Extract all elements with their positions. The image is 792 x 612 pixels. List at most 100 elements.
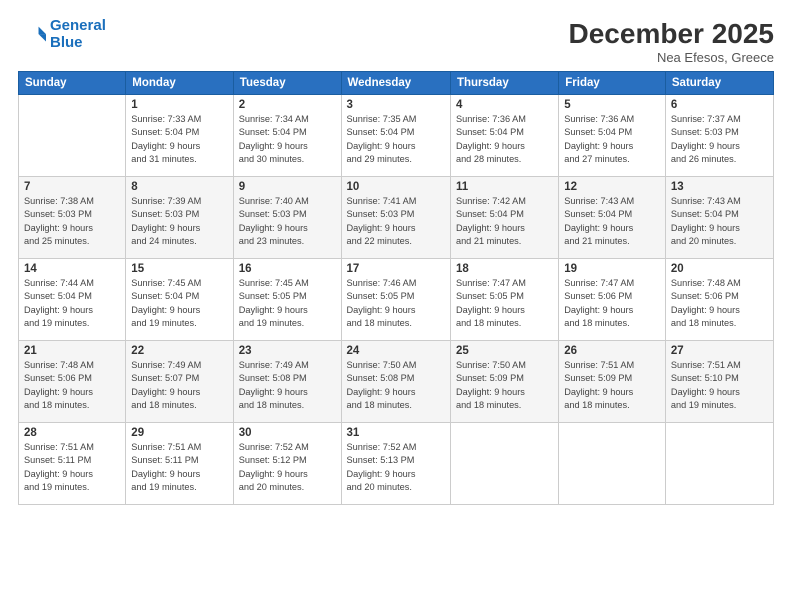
calendar-header-wednesday: Wednesday [341,72,450,95]
calendar-cell: 9Sunrise: 7:40 AM Sunset: 5:03 PM Daylig… [233,177,341,259]
calendar-cell [665,423,773,505]
title-block: December 2025 Nea Efesos, Greece [569,18,774,65]
day-info: Sunrise: 7:34 AM Sunset: 5:04 PM Dayligh… [239,113,336,166]
day-info: Sunrise: 7:35 AM Sunset: 5:04 PM Dayligh… [347,113,445,166]
day-number: 14 [24,263,120,275]
day-number: 6 [671,99,768,111]
location: Nea Efesos, Greece [569,50,774,65]
day-info: Sunrise: 7:45 AM Sunset: 5:04 PM Dayligh… [131,277,227,330]
calendar-cell: 17 Sunrise: 7:46 AM Sunset: 5:05 PM Dayli… [341,259,450,341]
calendar-week-row: 21 Sunrise: 7:48 AM Sunset: 5:06 PM Dayli… [19,341,774,423]
day-number: 1 [131,99,227,111]
calendar-header-sunday: Sunday [19,72,126,95]
calendar-header-saturday: Saturday [665,72,773,95]
calendar-cell [450,423,558,505]
day-number: 18 [456,263,553,275]
calendar-cell: 16 Sunrise: 7:45 AM Sunset: 5:05 PM Dayli… [233,259,341,341]
day-info: Sunrise: 7:47 AM Sunset: 5:06 PM Dayligh… [564,277,660,330]
calendar-week-row: 7 Sunrise: 7:38 AM Sunset: 5:03 PM Daylig… [19,177,774,259]
day-number: 21 [24,345,120,357]
calendar-cell: 6Sunrise: 7:37 AM Sunset: 5:03 PM Daylig… [665,95,773,177]
day-info: Sunrise: 7:46 AM Sunset: 5:05 PM Dayligh… [347,277,445,330]
day-info: Sunrise: 7:47 AM Sunset: 5:05 PM Dayligh… [456,277,553,330]
calendar-week-row: 1 Sunrise: 7:33 AM Sunset: 5:04 PM Daylig… [19,95,774,177]
day-number: 29 [131,427,227,439]
calendar-cell: 22 Sunrise: 7:49 AM Sunset: 5:07 PM Dayli… [126,341,233,423]
calendar-cell: 29 Sunrise: 7:51 AM Sunset: 5:11 PM Dayli… [126,423,233,505]
calendar-header-monday: Monday [126,72,233,95]
day-number: 15 [131,263,227,275]
day-info: Sunrise: 7:49 AM Sunset: 5:08 PM Dayligh… [239,359,336,412]
calendar-cell: 26 Sunrise: 7:51 AM Sunset: 5:09 PM Dayli… [559,341,666,423]
day-info: Sunrise: 7:39 AM Sunset: 5:03 PM Dayligh… [131,195,227,248]
calendar-week-row: 14 Sunrise: 7:44 AM Sunset: 5:04 PM Dayli… [19,259,774,341]
calendar-week-row: 28 Sunrise: 7:51 AM Sunset: 5:11 PM Dayli… [19,423,774,505]
day-number: 23 [239,345,336,357]
day-info: Sunrise: 7:45 AM Sunset: 5:05 PM Dayligh… [239,277,336,330]
day-number: 4 [456,99,553,111]
calendar-cell: 12 Sunrise: 7:43 AM Sunset: 5:04 PM Dayli… [559,177,666,259]
calendar-header-friday: Friday [559,72,666,95]
day-info: Sunrise: 7:36 AM Sunset: 5:04 PM Dayligh… [456,113,553,166]
calendar-cell: 2 Sunrise: 7:34 AM Sunset: 5:04 PM Daylig… [233,95,341,177]
calendar-header-row: SundayMondayTuesdayWednesdayThursdayFrid… [19,72,774,95]
calendar-cell: 8 Sunrise: 7:39 AM Sunset: 5:03 PM Daylig… [126,177,233,259]
day-number: 26 [564,345,660,357]
day-number: 22 [131,345,227,357]
day-info: Sunrise: 7:52 AM Sunset: 5:13 PM Dayligh… [347,441,445,494]
calendar-cell [559,423,666,505]
calendar-cell: 20 Sunrise: 7:48 AM Sunset: 5:06 PM Dayli… [665,259,773,341]
day-number: 7 [24,181,120,193]
calendar-cell: 21 Sunrise: 7:48 AM Sunset: 5:06 PM Dayli… [19,341,126,423]
calendar-header-tuesday: Tuesday [233,72,341,95]
calendar-cell: 27 Sunrise: 7:51 AM Sunset: 5:10 PM Dayli… [665,341,773,423]
day-number: 31 [347,427,445,439]
day-number: 11 [456,181,553,193]
day-number: 16 [239,263,336,275]
calendar-cell: 31 Sunrise: 7:52 AM Sunset: 5:13 PM Dayli… [341,423,450,505]
calendar-cell: 3Sunrise: 7:35 AM Sunset: 5:04 PM Daylig… [341,95,450,177]
day-info: Sunrise: 7:49 AM Sunset: 5:07 PM Dayligh… [131,359,227,412]
calendar-cell: 10Sunrise: 7:41 AM Sunset: 5:03 PM Dayli… [341,177,450,259]
day-info: Sunrise: 7:42 AM Sunset: 5:04 PM Dayligh… [456,195,553,248]
day-info: Sunrise: 7:51 AM Sunset: 5:10 PM Dayligh… [671,359,768,412]
day-info: Sunrise: 7:48 AM Sunset: 5:06 PM Dayligh… [24,359,120,412]
logo-icon [18,21,46,49]
day-number: 9 [239,181,336,193]
day-number: 12 [564,181,660,193]
day-info: Sunrise: 7:51 AM Sunset: 5:09 PM Dayligh… [564,359,660,412]
day-number: 20 [671,263,768,275]
day-info: Sunrise: 7:51 AM Sunset: 5:11 PM Dayligh… [131,441,227,494]
day-info: Sunrise: 7:38 AM Sunset: 5:03 PM Dayligh… [24,195,120,248]
day-number: 24 [347,345,445,357]
day-info: Sunrise: 7:43 AM Sunset: 5:04 PM Dayligh… [564,195,660,248]
day-info: Sunrise: 7:43 AM Sunset: 5:04 PM Dayligh… [671,195,768,248]
logo-line2: Blue [50,34,83,51]
calendar-cell [19,95,126,177]
day-number: 2 [239,99,336,111]
calendar-cell: 18 Sunrise: 7:47 AM Sunset: 5:05 PM Dayli… [450,259,558,341]
day-info: Sunrise: 7:33 AM Sunset: 5:04 PM Dayligh… [131,113,227,166]
logo-text: General Blue [50,18,106,51]
calendar-cell: 5Sunrise: 7:36 AM Sunset: 5:04 PM Daylig… [559,95,666,177]
day-info: Sunrise: 7:48 AM Sunset: 5:06 PM Dayligh… [671,277,768,330]
day-number: 28 [24,427,120,439]
calendar-cell: 24Sunrise: 7:50 AM Sunset: 5:08 PM Dayli… [341,341,450,423]
day-info: Sunrise: 7:51 AM Sunset: 5:11 PM Dayligh… [24,441,120,494]
day-number: 17 [347,263,445,275]
day-info: Sunrise: 7:44 AM Sunset: 5:04 PM Dayligh… [24,277,120,330]
day-info: Sunrise: 7:50 AM Sunset: 5:09 PM Dayligh… [456,359,553,412]
day-number: 5 [564,99,660,111]
logo: General Blue [18,18,106,51]
calendar-cell: 1 Sunrise: 7:33 AM Sunset: 5:04 PM Daylig… [126,95,233,177]
logo-line1: General [50,17,106,34]
calendar-cell: 30Sunrise: 7:52 AM Sunset: 5:12 PM Dayli… [233,423,341,505]
month-title: December 2025 [569,18,774,50]
calendar-cell: 25Sunrise: 7:50 AM Sunset: 5:09 PM Dayli… [450,341,558,423]
day-number: 8 [131,181,227,193]
calendar-table: SundayMondayTuesdayWednesdayThursdayFrid… [18,71,774,505]
calendar-cell: 11 Sunrise: 7:42 AM Sunset: 5:04 PM Dayli… [450,177,558,259]
day-info: Sunrise: 7:52 AM Sunset: 5:12 PM Dayligh… [239,441,336,494]
day-number: 27 [671,345,768,357]
page: General Blue December 2025 Nea Efesos, G… [0,0,792,612]
